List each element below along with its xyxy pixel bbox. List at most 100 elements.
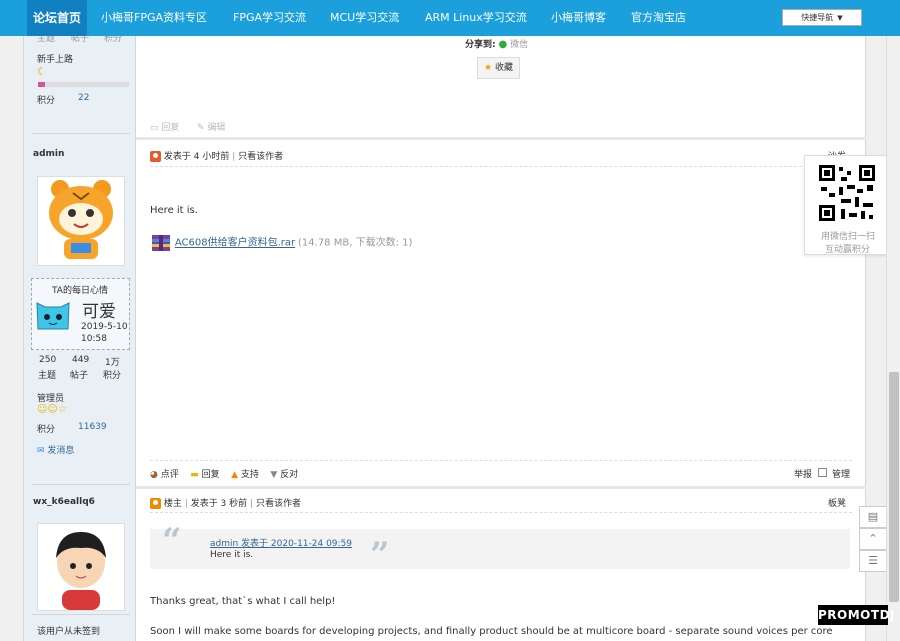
manage-checkbox[interactable] xyxy=(818,468,827,477)
quick-nav-label: 快捷导航 xyxy=(801,13,834,22)
user2-credit-label: 积分 xyxy=(37,425,56,435)
user2-name[interactable]: admin xyxy=(33,149,64,159)
top-nav: 论坛首页 小梅哥FPGA资料专区 FPGA学习交流 MCU学习交流 ARM Li… xyxy=(0,0,900,36)
user2-rank: 管理员 xyxy=(37,394,65,404)
owner-icon xyxy=(150,498,161,509)
user2-stat-posts-value[interactable]: 449 xyxy=(72,355,89,365)
promodj-watermark: PROMOTDJ xyxy=(818,605,895,625)
post2-body: Here it is. xyxy=(150,205,198,216)
daily-mood-box: TA的每日心情 可爱 2019-5-10 10:58 xyxy=(31,278,130,350)
nav-blog[interactable]: 小梅哥博客 xyxy=(551,0,606,36)
send-message-label: 发消息 xyxy=(47,446,75,456)
moon-icon: ☾ xyxy=(37,65,47,78)
post2-actions: ◕ 点评 ▬ 回复 ▲ 支持 ▼ 反对 xyxy=(150,467,298,480)
manage-label: 管理 xyxy=(832,470,851,480)
report-link[interactable]: 举报 xyxy=(794,467,812,480)
user2-credit-value[interactable]: 11639 xyxy=(78,422,107,432)
mood-date: 2019-5-10 xyxy=(81,322,128,332)
online-user-icon xyxy=(150,151,161,162)
owner-tag: 楼主 xyxy=(163,499,182,509)
post3-only-author[interactable]: 只看该作者 xyxy=(256,499,301,509)
comment-action[interactable]: ◕ 点评 xyxy=(150,470,179,480)
comment-icon: ◕ xyxy=(150,470,158,480)
divider xyxy=(32,484,130,485)
post-separator xyxy=(136,486,866,489)
user2-stat-posts-label: 帖子 xyxy=(70,371,89,381)
rank-stars-icon: ☺☺☆ xyxy=(37,404,67,415)
reply-action[interactable]: ▬ 回复 xyxy=(190,470,219,480)
post1-edit-link[interactable]: ✎ 编辑 xyxy=(197,120,225,133)
post1-reply-label: 回复 xyxy=(161,123,180,133)
oppose-action[interactable]: ▼ 反对 xyxy=(270,470,298,480)
divider xyxy=(150,166,852,167)
post3-line2: Soon I will make some boards for develop… xyxy=(150,626,833,637)
divider xyxy=(150,512,852,513)
author-sidebar: 主题 帖子 积分 新手上路 ☾ 积分 22 admin TA的每日心情 可爱 2… xyxy=(23,34,136,641)
send-message-link[interactable]: ✉ 发消息 xyxy=(37,443,74,456)
user3-name[interactable]: wx_k6eallq6 xyxy=(33,497,95,507)
support-action[interactable]: ▲ 支持 xyxy=(231,470,259,480)
admin-avatar[interactable] xyxy=(37,176,125,266)
wechat-icon: ● xyxy=(498,39,508,50)
scrollbar-thumb[interactable] xyxy=(889,372,899,602)
star-icon: ★ xyxy=(484,63,493,73)
favorite-label: 收藏 xyxy=(494,63,513,73)
user2-stat-credits-label: 积分 xyxy=(103,371,122,381)
user1-credit-label: 积分 xyxy=(37,96,56,106)
quote-open-icon: “ xyxy=(162,521,182,561)
quote-author[interactable]: admin 发表于 2020-11-24 09:59 xyxy=(210,536,352,549)
user2-stat-topic-value[interactable]: 250 xyxy=(39,355,56,365)
mood-text: 可爱 xyxy=(82,302,116,322)
mood-title: TA的每日心情 xyxy=(52,286,108,296)
reply-icon: ▬ xyxy=(190,470,199,480)
post2-only-author[interactable]: 只看该作者 xyxy=(238,152,283,162)
share-wechat[interactable]: 微信 xyxy=(510,40,528,50)
post3-line1: Thanks great, that`s what I call help! xyxy=(150,596,336,607)
chat-icon: ▤ xyxy=(867,510,879,523)
reply-label: 回复 xyxy=(201,470,220,480)
envelope-icon: ✉ xyxy=(37,446,45,456)
favorite-button[interactable]: ★ 收藏 xyxy=(477,57,520,79)
quick-reply-button[interactable]: ▤ xyxy=(859,506,887,528)
tiger-avatar-icon xyxy=(38,177,124,265)
nav-fpga-forum[interactable]: FPGA学习交流 xyxy=(233,0,306,36)
thread-main: 分享到: ● 微信 ★ 收藏 ▭ 回复 ✎ 编辑 发表于 4 小时前 | 只看该… xyxy=(136,36,866,641)
nav-arm-linux-forum[interactable]: ARM Linux学习交流 xyxy=(425,0,527,36)
quote-close-icon: ” xyxy=(370,535,390,575)
comment-label: 点评 xyxy=(160,470,179,480)
back-to-top-button[interactable]: ⌃ xyxy=(859,528,887,550)
nav-taobao-store[interactable]: 官方淘宝店 xyxy=(631,0,686,36)
divider xyxy=(150,460,852,461)
attachment-meta: (14.78 MB, 下载次数: 1) xyxy=(298,237,413,249)
user3-avatar[interactable] xyxy=(37,523,125,611)
post1-reply-link[interactable]: ▭ 回复 xyxy=(150,120,179,133)
reply-icon: ▭ xyxy=(150,123,159,133)
nav-fpga-resources[interactable]: 小梅哥FPGA资料专区 xyxy=(101,0,207,36)
oppose-label: 反对 xyxy=(280,470,299,480)
divider xyxy=(32,614,130,615)
post1-edit-label: 编辑 xyxy=(207,123,226,133)
qr-caption-1: 用微信扫一扫 xyxy=(821,232,876,242)
page-scrollbar[interactable] xyxy=(886,0,900,641)
user1-rank: 新手上路 xyxy=(37,55,74,65)
user2-stat-credits-value[interactable]: 1万 xyxy=(105,355,120,368)
nav-mcu-forum[interactable]: MCU学习交流 xyxy=(330,0,399,36)
quote-block: “ admin 发表于 2020-11-24 09:59 Here it is.… xyxy=(150,521,850,575)
user2-stat-topic-label: 主题 xyxy=(38,371,57,381)
list-icon: ☰ xyxy=(868,554,878,567)
caret-down-icon: ▼ xyxy=(837,14,843,22)
quick-nav-dropdown[interactable]: 快捷导航 ▼ xyxy=(782,9,862,26)
post3-posted: 发表于 3 秒前 xyxy=(190,499,248,509)
post2-header: 发表于 4 小时前 | 只看该作者 xyxy=(150,149,283,162)
attachment-link[interactable]: AC608供给客户资料包.rar xyxy=(175,238,295,249)
cute-face-icon xyxy=(36,302,70,330)
list-view-button[interactable]: ☰ xyxy=(859,550,887,572)
post3-header: 楼主 | 发表于 3 秒前 | 只看该作者 xyxy=(150,496,301,509)
post-separator xyxy=(136,137,866,140)
user1-credit-value[interactable]: 22 xyxy=(78,93,89,103)
mood-time: 10:58 xyxy=(81,334,107,344)
post3-floor[interactable]: 板凳 xyxy=(828,496,846,509)
nav-home[interactable]: 论坛首页 xyxy=(27,0,88,36)
wechat-qr-panel: 用微信扫一扫 互动赢积分 xyxy=(804,155,888,255)
user1-rank-progress-fill xyxy=(38,82,46,87)
